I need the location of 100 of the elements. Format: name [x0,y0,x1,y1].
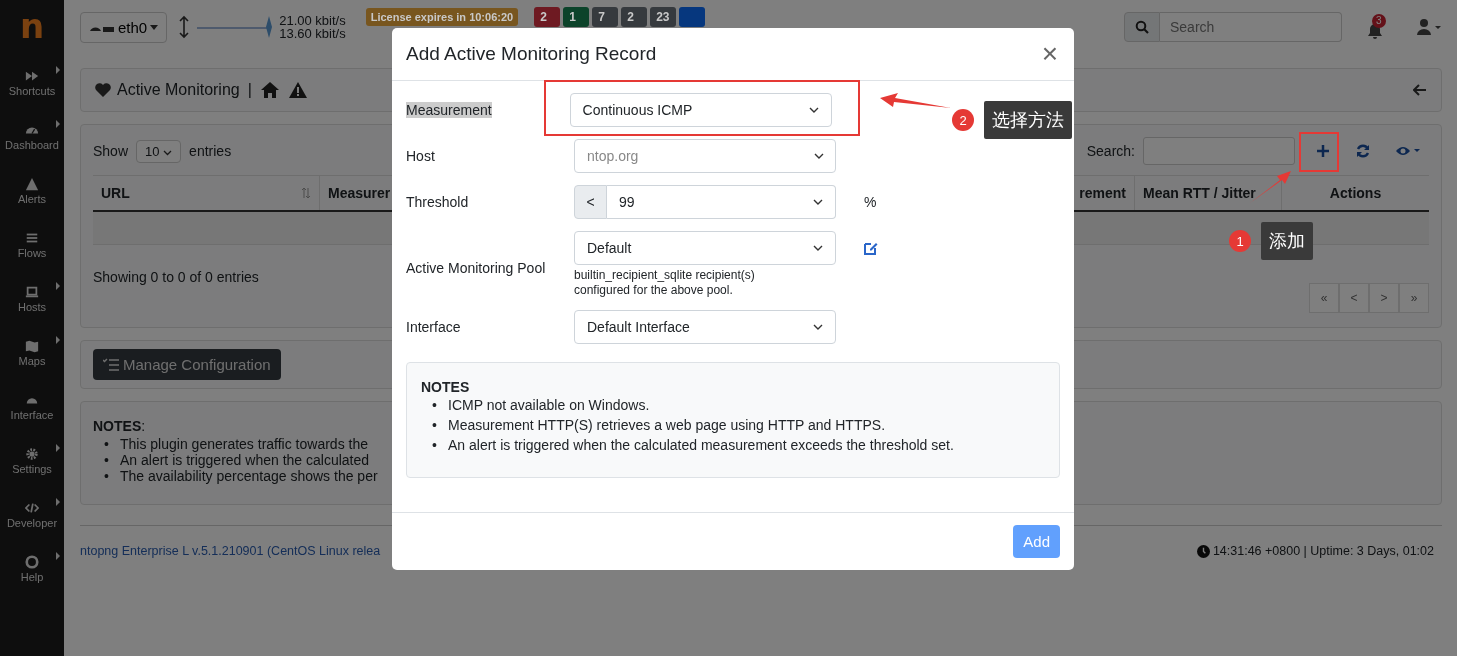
status-badge[interactable]: 2 [534,7,561,27]
sidebar-item[interactable]: Maps [0,326,64,380]
logo[interactable]: n [19,6,45,46]
warning-icon [25,177,39,191]
unit-label: % [864,194,877,210]
show-label: Show [93,143,129,159]
manage-configuration-button[interactable]: Manage Configuration [93,349,281,380]
pool-select[interactable]: Default [574,231,836,265]
note-item: The availability percentage shows the per [120,468,378,484]
sidebar-label: Dashboard [5,139,59,151]
field-label: Measurement [406,102,492,118]
threshold-select[interactable]: 99 [607,185,836,219]
separator: | [247,81,252,99]
status-badge[interactable] [679,7,706,27]
sidebar-label: Shortcuts [8,85,56,97]
bullet: • [104,436,110,452]
status-text: 14:31:46 +0800 | Uptime: 3 Days, 01:02 [1212,544,1434,558]
status-badge[interactable]: 2 [621,7,648,27]
bullet: • [432,436,438,455]
chevron-icon [163,149,173,156]
warning-icon[interactable] [287,81,308,99]
sidebar-label: Flows [17,247,47,259]
bullet: • [104,468,110,484]
annotation-label: 选择方法 [984,101,1072,139]
sidebar-item[interactable]: Hosts [0,272,64,326]
field-label: Active Monitoring Pool [406,258,546,276]
sidebar-item[interactable]: Flows [0,218,64,272]
annotation-label: 添加 [1261,222,1313,260]
license-badge: License expires in 10:06:20 [365,8,519,26]
page-title: Active Monitoring [117,81,240,99]
heart-pulse-icon [95,83,111,97]
sidebar-item[interactable]: Settings [0,434,64,488]
status-badge[interactable]: 1 [563,7,590,27]
status-badge[interactable]: 7 [592,7,619,27]
upload-rate: 21.00 kbit/s [279,14,346,27]
sidebar-label: Hosts [17,301,47,313]
bullet: • [104,452,110,468]
field-label: Threshold [406,194,470,210]
user-menu-icon[interactable] [1416,18,1442,36]
sidebar-label: Alerts [17,193,47,205]
sidebar-label: Settings [12,463,52,475]
chevron-icon [813,324,823,330]
search-icon [1124,12,1160,42]
sidebar-item[interactable]: Dashboard [0,110,64,164]
table-search-field[interactable] [1143,137,1295,165]
chevron-icon [808,107,819,113]
note-item: ICMP not available on Windows. [448,397,650,413]
interface-dropdown[interactable]: eth0 [80,11,168,43]
checklist-icon [103,357,119,372]
version-link[interactable]: ntopng Enterprise L v.5.1.210901 (CentOS Linux relea [80,544,381,558]
gear-icon [25,447,39,461]
column-header[interactable]: Actions [1282,176,1429,210]
sidebar-item[interactable]: Shortcuts [0,56,64,110]
search-field[interactable]: Search [1160,12,1342,42]
sidebar-item[interactable]: Help [0,542,64,596]
status-badge[interactable]: 23 [650,7,677,27]
operator-addon[interactable]: < [574,185,607,219]
add-icon[interactable] [1315,143,1331,159]
clock-icon [1196,544,1210,558]
chevron-icon [814,153,824,159]
page-button[interactable]: « [1309,283,1339,313]
page-button[interactable]: < [1339,283,1369,313]
chevron-icon [813,245,823,251]
map-icon [25,339,39,353]
refresh-icon[interactable] [1355,143,1371,159]
page-size-select[interactable]: 10 [136,139,182,163]
up-down-arrows-icon [177,15,192,39]
interface-select[interactable]: Default Interface [574,310,836,344]
note-item: Measurement HTTP(S) retrieves a web page using HTTP and HTTPS. [448,417,885,433]
lifebuoy-icon [25,555,39,569]
modal-title: Add Active Monitoring Record [406,43,657,65]
search-label: Search: [1086,143,1135,159]
sidebar-item[interactable]: Alerts [0,164,64,218]
page-button[interactable]: > [1369,283,1399,313]
help-text: builtin_recipient_sqlite recipient(s) configured for the above pool. [574,268,756,298]
highlight-frame [1299,132,1339,172]
host-field[interactable]: ntop.org [574,139,836,173]
edit-icon[interactable] [864,241,878,255]
sidebar-item[interactable]: Developer [0,488,64,542]
page-button[interactable]: » [1399,283,1429,313]
sidebar-label: Developer [6,517,58,529]
home-icon[interactable] [259,81,280,99]
sidebar-label: Help [20,571,44,583]
bullet: • [432,396,438,415]
chevron-icon [813,199,823,205]
fast-forward-icon [25,69,39,83]
bullet: • [432,416,438,435]
table-info: Showing 0 to 0 of 0 entries [93,269,259,285]
notifications-button[interactable]: 3 [1366,14,1390,40]
close-button[interactable]: × [1037,38,1062,70]
measurement-select[interactable]: Continuous ICMP [569,93,832,127]
sort-icon[interactable] [301,187,311,199]
bars-icon [25,231,39,245]
note-item: An alert is triggered when the calculated measurement exceeds the threshold set. [448,437,954,453]
download-rate: 13.60 kbit/s [279,27,346,40]
sidebar-item[interactable]: Interface [0,380,64,434]
back-arrow-icon[interactable] [1413,84,1427,96]
notes-title: NOTES [421,379,471,395]
laptop-icon [25,285,39,299]
column-header[interactable]: URL [93,176,320,210]
